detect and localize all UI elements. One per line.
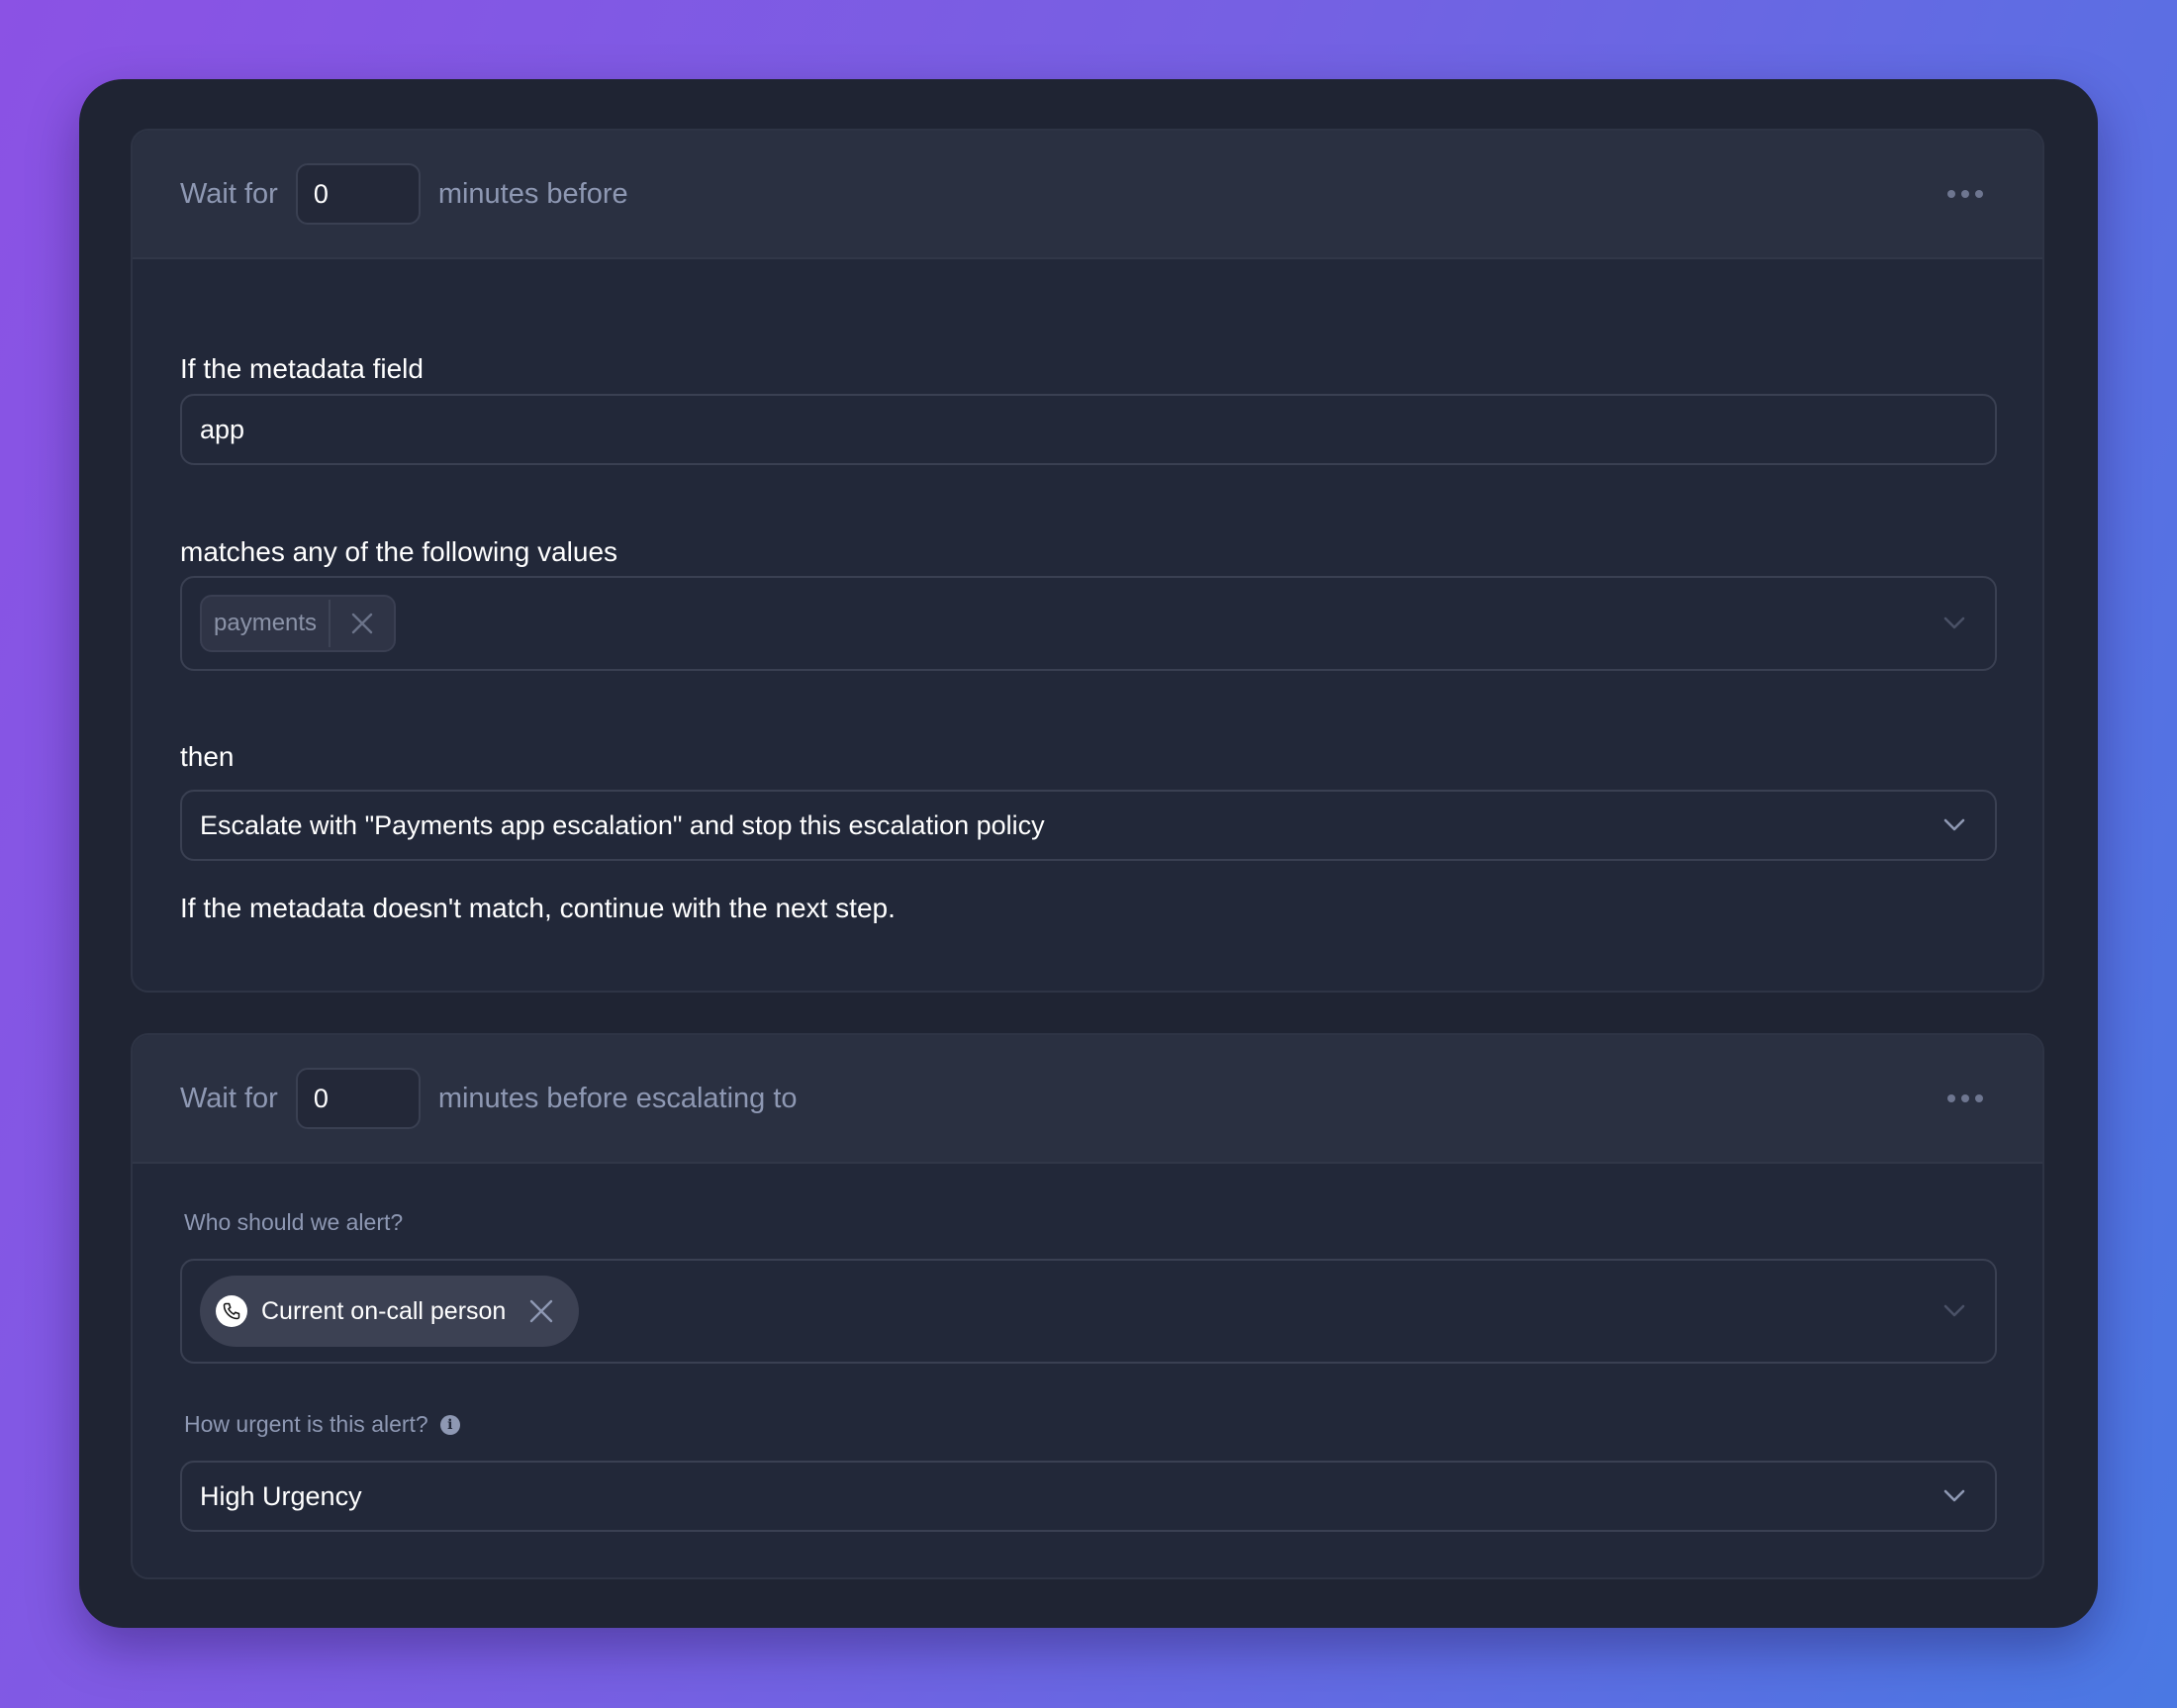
close-icon <box>530 1299 553 1323</box>
who-to-alert-label: Who should we alert? <box>184 1209 404 1235</box>
urgency-label: How urgent is this alert? <box>184 1411 428 1437</box>
metadata-field-label: If the metadata field <box>180 353 424 384</box>
chip-label: payments <box>214 610 318 636</box>
escalation-step-panel: Wait for 0 minutes before escalating to … <box>131 1033 2044 1579</box>
more-options-button[interactable] <box>1941 1089 1989 1108</box>
info-icon[interactable]: i <box>439 1414 460 1435</box>
remove-chip-button[interactable] <box>529 1299 553 1323</box>
chevron-down-icon <box>1943 1489 1965 1502</box>
wait-minutes-input[interactable]: 0 <box>295 1068 421 1129</box>
more-dot <box>1975 190 1983 198</box>
wait-for-label: Wait for <box>180 177 278 210</box>
then-action-value: Escalate with "Payments app escalation" … <box>200 809 1045 840</box>
wait-minutes-input[interactable]: 0 <box>295 163 421 225</box>
urgency-select[interactable]: High Urgency <box>180 1461 1997 1532</box>
chip-label: Current on-call person <box>261 1296 507 1325</box>
conditional-step-panel: Wait for 0 minutes before If the metadat… <box>131 129 2044 993</box>
then-action-select[interactable]: Escalate with "Payments app escalation" … <box>180 790 1997 861</box>
more-dot <box>1961 1094 1969 1102</box>
urgency-value: High Urgency <box>200 1480 362 1511</box>
alert-target-chip: Current on-call person <box>200 1276 580 1347</box>
no-match-help-text: If the metadata doesn't match, continue … <box>180 893 896 923</box>
more-horizontal-icon <box>1947 190 1955 198</box>
urgency-label-row: How urgent is this alert? i <box>184 1411 460 1438</box>
escalation-policy-card: Wait for 0 minutes before If the metadat… <box>79 79 2098 1628</box>
close-icon <box>351 613 373 634</box>
matches-values-label: matches any of the following values <box>180 536 618 567</box>
match-values-multiselect[interactable]: payments <box>180 576 1997 671</box>
chevron-down-icon <box>1943 1304 1965 1317</box>
chevron-down-icon <box>1943 617 1965 629</box>
more-dot <box>1975 1094 1983 1102</box>
chevron-down-icon <box>1943 818 1965 831</box>
remove-chip-button[interactable] <box>331 597 394 650</box>
step-header: Wait for 0 minutes before escalating to <box>133 1035 2042 1164</box>
more-dot <box>1961 190 1969 198</box>
value-chip: payments <box>200 595 397 652</box>
phone-icon <box>216 1295 247 1327</box>
step-header: Wait for 0 minutes before <box>133 131 2042 259</box>
more-horizontal-icon <box>1947 1094 1955 1102</box>
metadata-field-input[interactable]: app <box>180 394 1997 465</box>
alert-targets-multiselect[interactable]: Current on-call person <box>180 1259 1997 1364</box>
then-label: then <box>180 741 235 772</box>
more-options-button[interactable] <box>1941 184 1989 204</box>
minutes-before-label: minutes before <box>437 177 628 210</box>
minutes-before-escalating-label: minutes before escalating to <box>437 1082 798 1114</box>
wait-for-label: Wait for <box>180 1082 278 1114</box>
